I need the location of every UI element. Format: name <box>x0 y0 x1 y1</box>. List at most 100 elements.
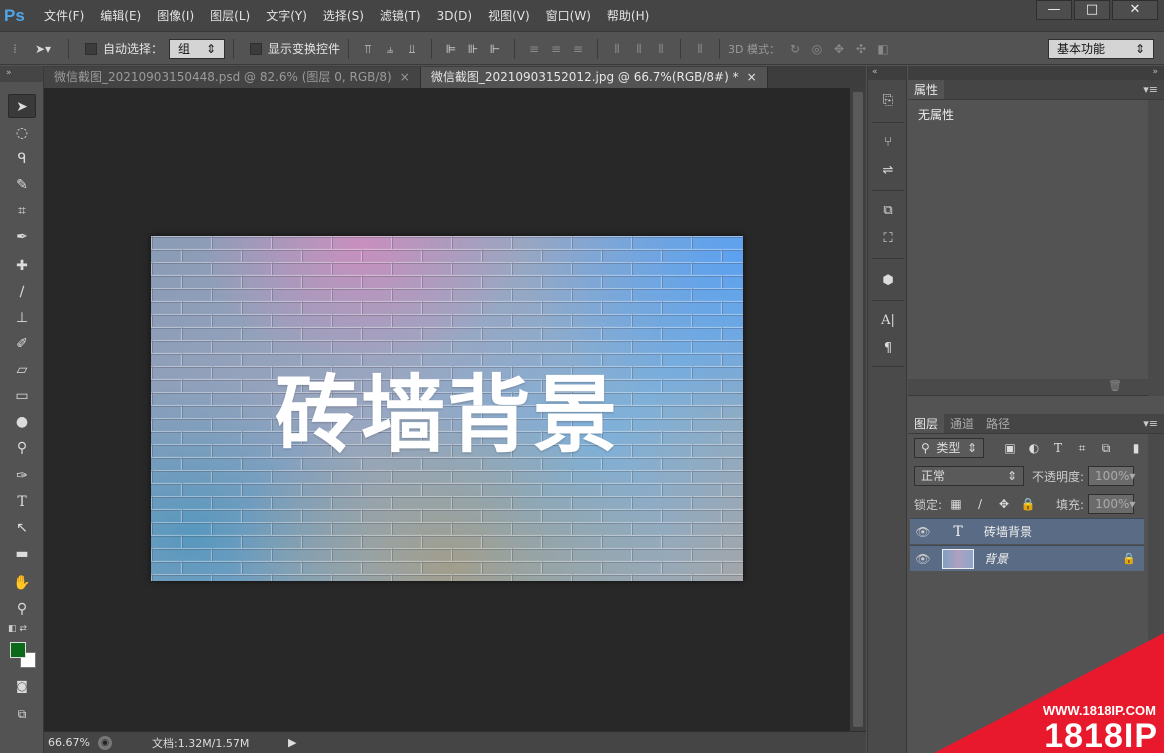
move-tool-icon[interactable]: ➤ <box>8 94 36 118</box>
default-colors-icon[interactable]: ◧ ⇄ <box>8 624 27 634</box>
brush-tool-icon[interactable]: ∕ <box>8 280 36 304</box>
screen-mode-icon[interactable]: ⧉ <box>8 702 36 726</box>
layer-row-text[interactable]: 👁 T 砖墙背景 <box>910 518 1144 544</box>
tab-channels[interactable]: 通道 <box>944 414 980 433</box>
layer-name[interactable]: 背景 <box>984 550 1008 567</box>
fill-input[interactable]: 100% ▾ <box>1088 494 1135 514</box>
menu-edit[interactable]: 编辑(E) <box>92 0 149 32</box>
status-menu-arrow-icon[interactable]: ▶ <box>288 736 296 749</box>
align-top-icon[interactable]: ⫪ <box>359 40 377 58</box>
dock-collapse-icon[interactable]: « <box>868 66 906 80</box>
menu-select[interactable]: 选择(S) <box>315 0 372 32</box>
workspace-dropdown[interactable]: 基本功能 ⇕ <box>1048 38 1154 59</box>
minimize-button[interactable]: — <box>1036 0 1072 20</box>
menu-3d[interactable]: 3D(D) <box>429 0 480 32</box>
history-panel-icon[interactable]: ⎘ <box>877 90 899 112</box>
status-info-icon[interactable]: ◉ <box>98 735 112 750</box>
align-vcenter-icon[interactable]: ⫨ <box>381 40 399 58</box>
distribute-hcenter-icon[interactable]: ⦀ <box>630 40 648 58</box>
dodge-tool-icon[interactable]: ⚲ <box>8 436 36 460</box>
distribute-vcenter-icon[interactable]: ≡ <box>547 40 565 58</box>
foreground-color-swatch[interactable] <box>10 642 26 658</box>
panel-collapse-icon[interactable]: » <box>0 66 43 82</box>
drag3d-icon[interactable]: ✥ <box>830 40 848 58</box>
3d-panel-icon[interactable]: ⬢ <box>877 270 899 292</box>
slide3d-icon[interactable]: ✣ <box>852 40 870 58</box>
eraser-tool-icon[interactable]: ▱ <box>8 358 36 382</box>
layer-row-background[interactable]: 👁 背景 🔒 <box>910 545 1144 571</box>
visibility-eye-icon[interactable]: 👁 <box>910 552 936 566</box>
hand-tool-icon[interactable]: ✋ <box>8 571 36 595</box>
auto-select-dropdown[interactable]: 组 ⇕ <box>169 38 226 59</box>
tab-document-jpg[interactable]: 微信截图_20210903152012.jpg @ 66.7%(RGB/8#) … <box>420 67 768 88</box>
menu-filter[interactable]: 滤镜(T) <box>372 0 429 32</box>
auto-align-icon[interactable]: ⫴ <box>691 40 709 58</box>
paragraph-panel-icon[interactable]: ¶ <box>877 338 899 360</box>
opacity-input[interactable]: 100% ▾ <box>1088 466 1135 486</box>
gradient-tool-icon[interactable]: ▭ <box>8 384 36 408</box>
menu-layer[interactable]: 图层(L) <box>202 0 258 32</box>
filter-kind-dropdown[interactable]: ⚲ 类型 ⇕ <box>914 438 984 458</box>
scrollbar-thumb[interactable] <box>853 92 863 727</box>
menu-window[interactable]: 窗口(W) <box>538 0 599 32</box>
trash-icon[interactable]: 🗑 <box>1108 379 1122 392</box>
eyedropper-tool-icon[interactable]: ✒ <box>8 225 36 249</box>
filter-adjustment-icon[interactable]: ◐ <box>1024 439 1044 457</box>
tab-properties[interactable]: 属性 <box>908 80 945 99</box>
move-tool-preset-icon[interactable]: ➤▾ <box>28 40 58 58</box>
brush-panel-icon[interactable]: ⇌ <box>877 160 899 182</box>
healing-brush-tool-icon[interactable]: ✚ <box>8 254 36 278</box>
tool-presets-icon[interactable]: ⛶ <box>877 228 899 250</box>
quick-mask-icon[interactable]: ◙ <box>8 674 36 698</box>
canvas-area[interactable]: 砖墙背景 <box>44 88 850 731</box>
menu-file[interactable]: 文件(F) <box>36 0 92 32</box>
close-tab-icon[interactable]: × <box>400 70 410 84</box>
right-collapse-icon[interactable]: » <box>908 66 1164 80</box>
align-bottom-icon[interactable]: ⫫ <box>403 40 421 58</box>
show-transform-option[interactable]: 显示变换控件 <box>250 40 340 57</box>
roll3d-icon[interactable]: ◎ <box>808 40 826 58</box>
lock-transparent-icon[interactable]: ▦ <box>946 495 966 513</box>
filter-shape-icon[interactable]: ⌗ <box>1072 439 1092 457</box>
maximize-button[interactable]: □ <box>1074 0 1110 20</box>
menu-image[interactable]: 图像(I) <box>149 0 202 32</box>
lock-pixels-icon[interactable]: ∕ <box>970 495 990 513</box>
marquee-tool-icon[interactable]: ◌ <box>8 121 36 145</box>
panel-menu-icon[interactable]: ▾≡ <box>1143 83 1158 96</box>
history-brush-tool-icon[interactable]: ✐ <box>8 332 36 356</box>
menu-view[interactable]: 视图(V) <box>480 0 538 32</box>
crop-tool-icon[interactable]: ⌗ <box>8 199 36 223</box>
close-button[interactable]: ✕ <box>1112 0 1158 20</box>
character-panel-icon[interactable]: A| <box>877 310 899 332</box>
properties-scrollbar[interactable] <box>1148 100 1164 396</box>
align-right-icon[interactable]: ⊩ <box>486 40 504 58</box>
show-transform-checkbox[interactable] <box>250 42 263 55</box>
tab-document-psd[interactable]: 微信截图_20210903150448.psd @ 82.6% (图层 0, R… <box>44 67 421 88</box>
visibility-eye-icon[interactable]: 👁 <box>910 525 936 539</box>
blend-mode-dropdown[interactable]: 正常 ⇕ <box>914 466 1024 486</box>
canvas-scrollbar[interactable] <box>850 88 866 731</box>
lock-all-icon[interactable]: 🔒 <box>1018 495 1038 513</box>
align-left-icon[interactable]: ⊫ <box>442 40 460 58</box>
distribute-bottom-icon[interactable]: ≡ <box>569 40 587 58</box>
blur-tool-icon[interactable]: ● <box>8 410 36 434</box>
panel-menu-icon[interactable]: ▾≡ <box>1143 417 1158 430</box>
lock-position-icon[interactable]: ✥ <box>994 495 1014 513</box>
zoom-level[interactable]: 66.67% <box>44 736 98 749</box>
brush-presets-icon[interactable]: ⑂ <box>877 132 899 154</box>
pen-tool-icon[interactable]: ✑ <box>8 464 36 488</box>
filter-pixel-icon[interactable]: ▣ <box>1000 439 1020 457</box>
filter-smartobject-icon[interactable]: ⧉ <box>1096 439 1116 457</box>
auto-select-checkbox[interactable] <box>85 42 97 55</box>
distribute-right-icon[interactable]: ⦀ <box>652 40 670 58</box>
distribute-left-icon[interactable]: ⦀ <box>608 40 626 58</box>
path-select-tool-icon[interactable]: ↖ <box>8 516 36 540</box>
quick-select-tool-icon[interactable]: ✎ <box>8 173 36 197</box>
type-tool-icon[interactable]: T <box>8 490 36 514</box>
tab-paths[interactable]: 路径 <box>980 414 1016 433</box>
auto-select-option[interactable]: 自动选择： <box>85 40 163 57</box>
layer-name[interactable]: 砖墙背景 <box>984 523 1032 540</box>
align-hcenter-icon[interactable]: ⊪ <box>464 40 482 58</box>
filter-toggle-icon[interactable]: ▮ <box>1126 439 1146 457</box>
clone-source-icon[interactable]: ⧉ <box>877 200 899 222</box>
